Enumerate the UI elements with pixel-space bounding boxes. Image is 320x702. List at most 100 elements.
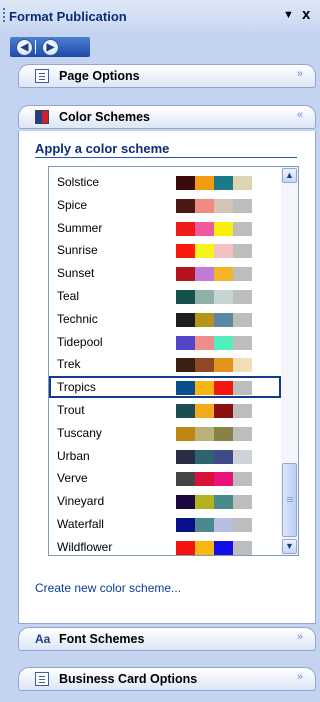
color-swatch	[214, 244, 233, 259]
font-scheme-icon-text: Aa	[35, 632, 51, 646]
list-scrollbar[interactable]: ▲ ▼	[281, 167, 298, 555]
color-swatches	[176, 495, 252, 510]
expand-chevron-icon[interactable]: »	[297, 631, 303, 643]
color-scheme-name: Solstice	[57, 175, 100, 189]
color-scheme-row[interactable]: Trek	[49, 353, 281, 375]
color-scheme-row[interactable]: Sunrise	[49, 239, 281, 261]
color-scheme-row[interactable]: Urban	[49, 445, 281, 467]
color-swatches	[176, 290, 252, 304]
color-scheme-icon	[35, 110, 49, 124]
color-swatch	[176, 176, 195, 190]
color-swatch	[195, 426, 214, 441]
color-swatch	[214, 267, 233, 282]
color-swatch	[214, 358, 233, 373]
color-swatch	[195, 495, 214, 510]
scroll-down-icon[interactable]: ▼	[282, 539, 297, 554]
color-scheme-name: Spice	[57, 197, 88, 212]
color-scheme-name: Teal	[57, 289, 80, 303]
color-swatches	[176, 267, 252, 282]
section-color-schemes[interactable]: Color Schemes «	[18, 105, 316, 129]
format-publication-pane: Format Publication ▼ x ◀ ▶ Page Options …	[0, 0, 320, 702]
nav-separator	[35, 40, 36, 54]
color-swatch	[176, 472, 195, 487]
font-scheme-icon: Aa	[35, 632, 51, 646]
color-swatch	[195, 518, 214, 532]
color-swatch	[176, 198, 195, 213]
color-swatch	[195, 244, 214, 259]
color-scheme-row[interactable]: Technic	[49, 308, 281, 330]
color-scheme-row[interactable]: Summer	[49, 217, 281, 239]
color-scheme-row[interactable]: Tuscany	[49, 422, 281, 444]
color-swatch	[214, 221, 233, 236]
color-swatch	[233, 176, 252, 190]
color-scheme-row[interactable]: Wildflower	[49, 536, 281, 555]
collapse-chevron-icon[interactable]: «	[297, 109, 303, 121]
section-page-options[interactable]: Page Options »	[18, 64, 316, 88]
create-new-color-scheme-link[interactable]: Create new color scheme...	[35, 581, 181, 595]
color-swatch	[176, 404, 195, 418]
color-swatch	[214, 449, 233, 464]
back-arrow-icon[interactable]: ◀	[16, 39, 33, 56]
color-scheme-row[interactable]: Sunset	[49, 262, 281, 284]
color-swatch	[233, 381, 252, 396]
color-swatch	[176, 381, 195, 396]
color-scheme-list[interactable]: Wildflower Waterfall Vineyard Verve Urban Tus…	[48, 166, 299, 556]
color-swatches	[176, 404, 252, 418]
color-swatch	[233, 449, 252, 464]
navigation-toolbar: ◀ ▶	[10, 37, 90, 57]
color-swatch	[195, 312, 214, 327]
color-scheme-row[interactable]: Solstice	[49, 171, 281, 193]
color-scheme-name: Vineyard	[57, 494, 105, 509]
section-font-schemes[interactable]: Aa Font Schemes »	[18, 627, 316, 651]
color-swatch	[195, 381, 214, 396]
task-pane-title-bar: Format Publication ▼ x	[0, 0, 320, 32]
color-swatch	[233, 472, 252, 487]
section-label-font-schemes: Font Schemes	[59, 632, 145, 646]
color-swatch	[233, 221, 252, 236]
task-pane-close-button[interactable]: x	[302, 6, 310, 23]
color-swatches	[176, 472, 252, 487]
color-swatch	[176, 244, 195, 259]
color-swatch	[233, 290, 252, 304]
color-scheme-name: Trek	[57, 357, 81, 372]
task-pane-dropdown-button[interactable]: ▼	[283, 9, 294, 21]
color-swatch	[233, 244, 252, 259]
color-swatches	[176, 244, 252, 259]
color-scheme-row[interactable]: Waterfall	[49, 513, 281, 535]
color-swatches	[176, 221, 252, 236]
color-swatch	[233, 358, 252, 373]
section-business-card-options[interactable]: Business Card Options »	[18, 667, 316, 691]
color-swatch	[214, 335, 233, 350]
color-scheme-row[interactable]: Tropics	[49, 376, 281, 399]
color-swatches	[176, 381, 252, 396]
color-scheme-row[interactable]: Verve	[49, 467, 281, 489]
color-scheme-row[interactable]: Teal	[49, 285, 281, 307]
grip-handle-icon[interactable]	[3, 8, 5, 24]
expand-chevron-icon[interactable]: »	[297, 68, 303, 80]
color-scheme-name: Tropics	[57, 380, 96, 395]
color-swatch	[214, 312, 233, 327]
color-swatch	[233, 426, 252, 441]
color-scheme-name: Trout	[57, 403, 85, 417]
color-scheme-row[interactable]: Trout	[49, 399, 281, 421]
color-swatch	[176, 495, 195, 510]
business-card-icon	[35, 672, 49, 686]
color-swatch	[195, 335, 214, 350]
color-swatch	[176, 312, 195, 327]
color-schemes-body: Apply a color scheme Wildflower Waterfall…	[18, 131, 316, 624]
page-icon	[35, 69, 49, 83]
color-scheme-name: Waterfall	[57, 517, 104, 531]
color-swatch	[233, 267, 252, 282]
scroll-up-icon[interactable]: ▲	[282, 168, 297, 183]
color-scheme-row[interactable]: Tidepool	[49, 331, 281, 353]
color-scheme-row[interactable]: Vineyard	[49, 490, 281, 512]
expand-chevron-icon[interactable]: »	[297, 671, 303, 683]
color-swatch	[233, 540, 252, 555]
color-swatches	[176, 198, 252, 213]
scroll-thumb[interactable]	[282, 463, 297, 537]
color-scheme-row[interactable]: Spice	[49, 194, 281, 216]
color-swatch	[176, 449, 195, 464]
forward-arrow-icon[interactable]: ▶	[42, 39, 59, 56]
color-scheme-name: Urban	[57, 448, 90, 463]
color-swatches	[176, 335, 252, 350]
